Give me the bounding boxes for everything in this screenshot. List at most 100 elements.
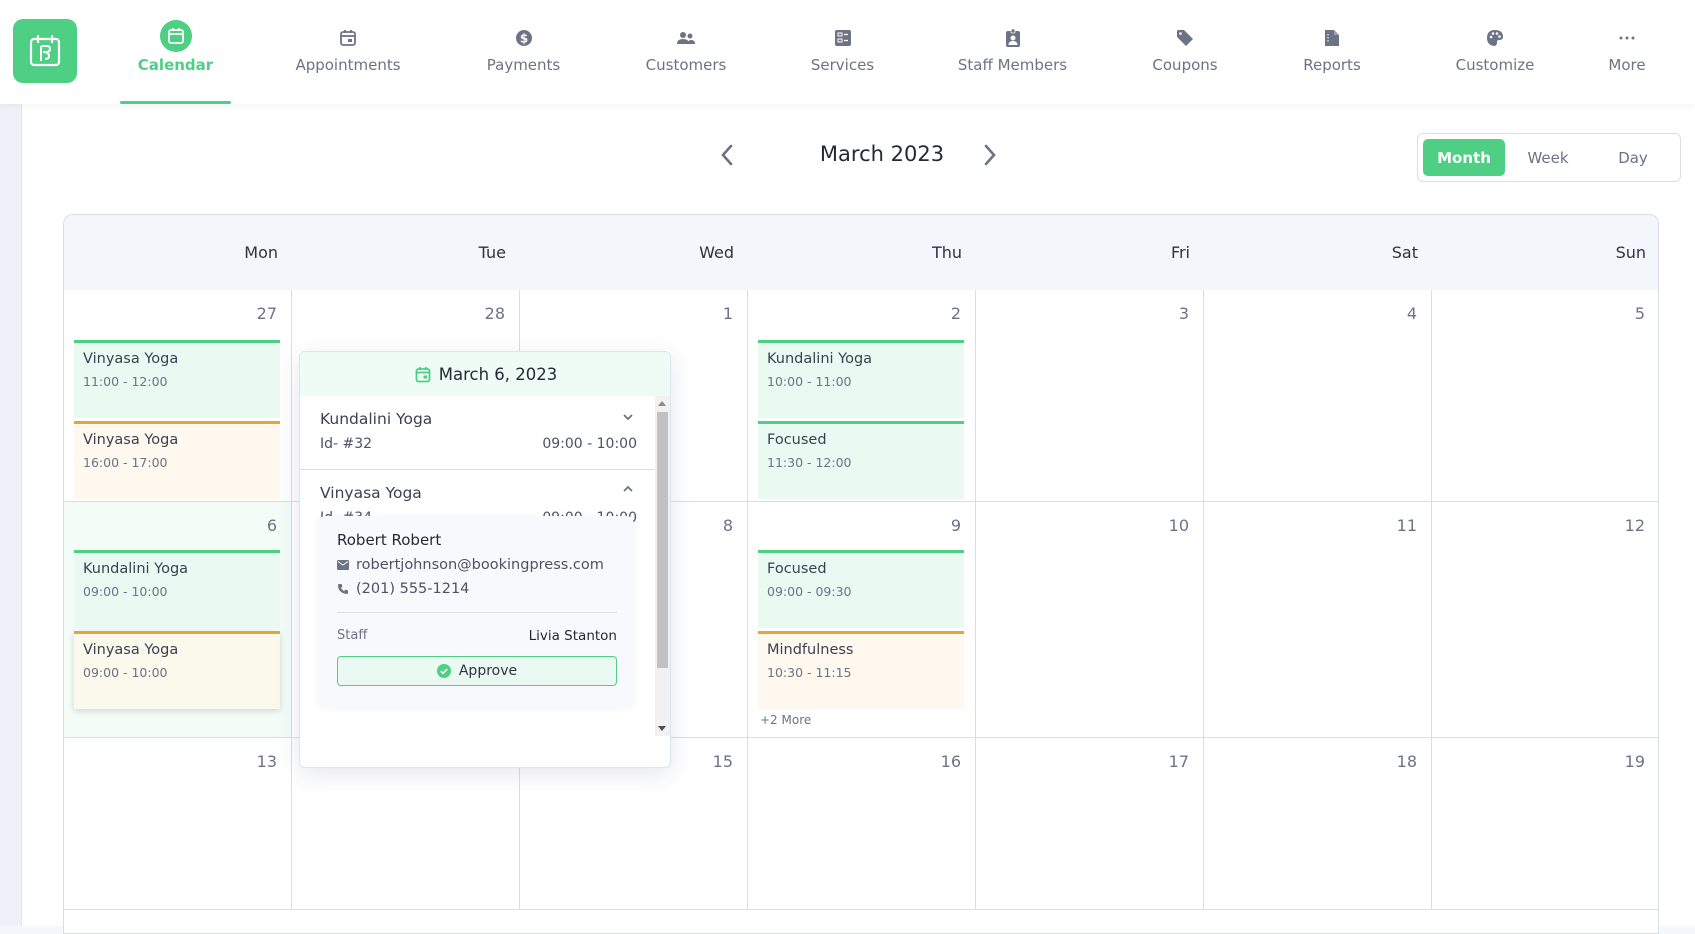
document-icon (1318, 24, 1346, 52)
day-cell-selected[interactable]: 6 Kundalini Yoga 09:00 - 10:00 Vinyasa Y… (64, 502, 292, 738)
scroll-down-arrow-icon[interactable] (658, 726, 666, 731)
weekday-header-row: Mon Tue Wed Thu Fri Sat Sun (64, 215, 1658, 290)
popover-appointment-list: Kundalini Yoga Id- #32 09:00 - 10:00 Vin… (300, 396, 657, 767)
day-cell[interactable]: 18 (1204, 738, 1432, 910)
event-title: Kundalini Yoga (83, 561, 189, 577)
chevron-up-icon[interactable] (621, 482, 635, 496)
event-item[interactable]: Focused 11:30 - 12:00 (758, 421, 964, 499)
list-box-icon (829, 24, 857, 52)
day-number: 3 (1178, 304, 1189, 323)
nav-more[interactable]: More (1600, 0, 1654, 104)
event-time: 11:30 - 12:00 (767, 455, 852, 470)
staff-name: Livia Stanton (528, 628, 617, 644)
palette-icon (1481, 24, 1509, 52)
day-appointments-popover: March 6, 2023 Kundalini Yoga Id- #32 09:… (299, 351, 671, 768)
day-cell[interactable]: 12 (1432, 502, 1658, 738)
month-title: March 2023 (819, 142, 945, 166)
day-cell[interactable]: 9 Focused 09:00 - 09:30 Mindfulness 10:3… (748, 502, 976, 738)
day-number: 9 (950, 516, 961, 535)
nav-coupons[interactable]: Coupons (1145, 0, 1225, 104)
event-item[interactable]: Vinyasa Yoga 11:00 - 12:00 (74, 340, 280, 418)
event-title: Vinyasa Yoga (83, 642, 179, 658)
day-number: 27 (256, 304, 277, 323)
more-events-link[interactable]: +2 More (760, 713, 811, 727)
event-title: Focused (767, 432, 827, 448)
event-item[interactable]: Vinyasa Yoga 16:00 - 17:00 (74, 421, 280, 499)
nav-appointments[interactable]: Appointments (282, 0, 414, 104)
bookingpress-logo-icon (29, 35, 61, 67)
weekday-label: Sun (1615, 243, 1646, 262)
nav-label: Calendar (137, 56, 214, 74)
nav-label: Services (810, 56, 875, 74)
customer-name: Robert Robert (337, 531, 442, 549)
popover-header: March 6, 2023 (300, 352, 670, 396)
day-cell[interactable]: 10 (976, 502, 1204, 738)
view-day-button[interactable]: Day (1592, 139, 1674, 176)
day-cell[interactable]: 27 Vinyasa Yoga 11:00 - 12:00 Vinyasa Yo… (64, 290, 292, 502)
day-number: 12 (1624, 516, 1645, 535)
calendar-event-icon (334, 24, 362, 52)
event-time: 09:00 - 09:30 (767, 584, 852, 599)
sidebar-strip (0, 104, 22, 926)
event-time: 09:00 - 10:00 (83, 584, 168, 599)
staff-label: Staff (337, 628, 368, 643)
dollar-circle-icon: $ (510, 24, 538, 52)
calendar-icon (415, 366, 431, 382)
customer-email: robertjohnson@bookingpress.com (356, 557, 604, 573)
day-cell[interactable]: 19 (1432, 738, 1658, 910)
nav-customers[interactable]: Customers (636, 0, 736, 104)
day-cell[interactable]: 2 Kundalini Yoga 10:00 - 11:00 Focused 1… (748, 290, 976, 502)
nav-staff-members[interactable]: Staff Members (950, 0, 1075, 104)
day-cell[interactable]: 16 (748, 738, 976, 910)
day-number: 6 (266, 516, 277, 535)
event-time: 09:00 - 10:00 (83, 665, 168, 680)
day-cell[interactable]: 13 (64, 738, 292, 910)
nav-services[interactable]: Services (796, 0, 889, 104)
prev-month-button[interactable] (712, 140, 742, 170)
day-number: 8 (722, 516, 733, 535)
app-logo[interactable] (13, 19, 77, 83)
nav-calendar[interactable]: Calendar (120, 0, 231, 104)
check-circle-icon (436, 664, 451, 678)
view-week-button[interactable]: Week (1507, 139, 1589, 176)
event-title: Mindfulness (767, 642, 854, 658)
calendar-icon (159, 20, 192, 52)
nav-customize[interactable]: Customize (1440, 0, 1550, 104)
day-number: 13 (256, 752, 277, 771)
event-item[interactable]: Vinyasa Yoga 09:00 - 10:00 (74, 631, 280, 709)
nav-payments[interactable]: $ Payments (473, 0, 574, 104)
chevron-right-icon (984, 144, 996, 166)
appointment-item[interactable]: Kundalini Yoga Id- #32 09:00 - 10:00 (300, 396, 657, 469)
event-item[interactable]: Focused 09:00 - 09:30 (758, 550, 964, 628)
nav-reports[interactable]: Reports (1294, 0, 1370, 104)
popover-scrollbar[interactable] (655, 396, 670, 736)
day-number: 10 (1168, 516, 1189, 535)
scroll-up-arrow-icon[interactable] (658, 401, 666, 406)
weekday-label: Fri (1170, 243, 1190, 262)
day-cell[interactable]: 17 (976, 738, 1204, 910)
day-cell[interactable]: 5 (1432, 290, 1658, 502)
more-dots-icon (1613, 24, 1641, 52)
day-cell[interactable]: 11 (1204, 502, 1432, 738)
next-month-button[interactable] (975, 140, 1005, 170)
approve-button[interactable]: Approve (337, 656, 617, 686)
view-month-button[interactable]: Month (1423, 139, 1505, 176)
nav-label: Customize (1455, 56, 1535, 74)
chevron-down-icon[interactable] (621, 410, 635, 424)
day-number: 19 (1624, 752, 1645, 771)
mail-icon (337, 560, 349, 570)
day-cell[interactable]: 4 (1204, 290, 1432, 502)
nav-label: Appointments (295, 56, 401, 74)
day-cell[interactable]: 3 (976, 290, 1204, 502)
nav-label: Customers (645, 56, 727, 74)
id-badge-icon (999, 24, 1027, 52)
scrollbar-thumb[interactable] (657, 412, 668, 668)
event-item[interactable]: Kundalini Yoga 09:00 - 10:00 (74, 550, 280, 628)
event-item[interactable]: Kundalini Yoga 10:00 - 11:00 (758, 340, 964, 418)
customer-phone-row: (201) 555-1214 (337, 581, 469, 597)
top-navigation: Calendar Appointments $ Payments Custome… (0, 0, 1695, 104)
view-toggle: Month Week Day (1417, 133, 1681, 182)
day-number: 15 (712, 752, 733, 771)
appointment-id: Id- #32 (320, 436, 373, 452)
event-item[interactable]: Mindfulness 10:30 - 11:15 (758, 631, 964, 709)
